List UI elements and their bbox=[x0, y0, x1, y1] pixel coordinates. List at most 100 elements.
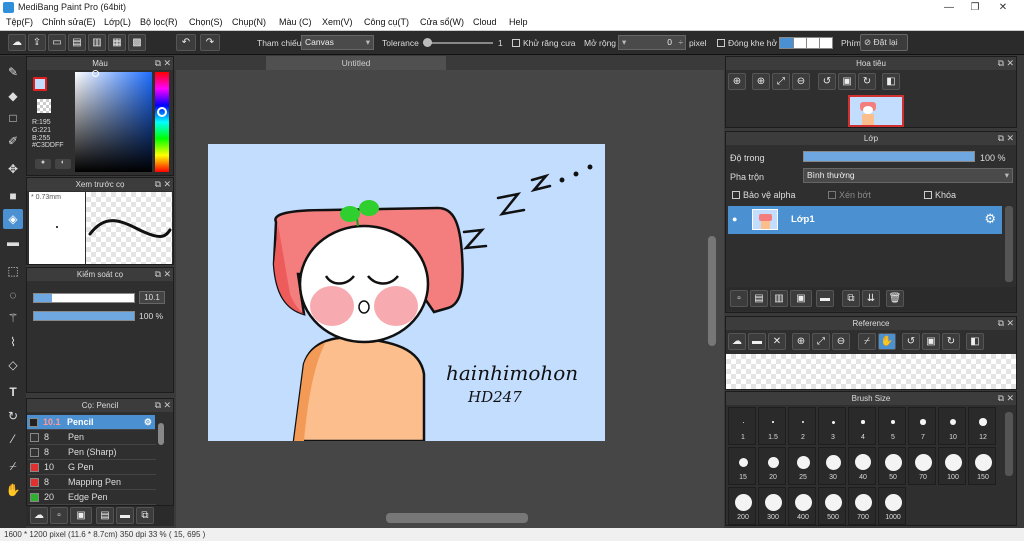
fit-icon[interactable]: ⤢ bbox=[812, 333, 830, 350]
antialias-checkbox[interactable]: Khử răng cưa bbox=[512, 38, 576, 48]
close-icon[interactable]: ✕ bbox=[1006, 57, 1014, 70]
reset-view-icon[interactable]: ▣ bbox=[922, 333, 940, 350]
brush-size-preset[interactable]: 30 bbox=[818, 447, 846, 485]
canvas-area[interactable]: Untitled hainhimohon HD247 bbox=[176, 56, 724, 528]
document-tab[interactable]: Untitled bbox=[266, 56, 446, 70]
gap-level-segment[interactable] bbox=[780, 38, 793, 48]
brush-size-preset[interactable]: 700 bbox=[848, 487, 876, 525]
fit-icon[interactable]: ⤢ bbox=[772, 73, 790, 90]
brush-size-preset[interactable]: 4 bbox=[848, 407, 876, 445]
grid-icon[interactable]: ▦ bbox=[108, 34, 126, 51]
brush-size-preset[interactable]: 400 bbox=[788, 487, 816, 525]
close-icon[interactable]: ✕ bbox=[163, 178, 171, 191]
open-folder-icon[interactable]: ▬ bbox=[748, 333, 766, 350]
close-icon[interactable]: ✕ bbox=[163, 57, 171, 70]
select-eraser-icon[interactable]: ◇ bbox=[3, 355, 23, 375]
reference-select[interactable]: Canvas ▾ bbox=[301, 35, 374, 50]
brush-size-preset[interactable]: 12 bbox=[968, 407, 996, 445]
cloud-upload-icon[interactable]: ☁ bbox=[728, 333, 746, 350]
clipping-checkbox[interactable]: Xén bớt bbox=[828, 190, 871, 200]
float-icon[interactable]: ⧉ bbox=[998, 132, 1004, 145]
menu-filter[interactable]: Bộ lọc(R) bbox=[140, 17, 178, 27]
flip-icon[interactable]: ◧ bbox=[882, 73, 900, 90]
dot-tool-icon[interactable]: ✐ bbox=[3, 131, 23, 151]
menu-window[interactable]: Cửa sổ(W) bbox=[420, 17, 464, 27]
background-color-swatch[interactable] bbox=[37, 99, 51, 113]
brush-size-preset[interactable]: 70 bbox=[908, 447, 936, 485]
brush-tool-icon[interactable]: ✎ bbox=[3, 62, 23, 82]
select-pen-icon[interactable]: ⌇ bbox=[3, 332, 23, 352]
layer-scrollbar[interactable] bbox=[1005, 206, 1013, 282]
visibility-eye-icon[interactable]: ● bbox=[732, 214, 737, 224]
reference-image-area[interactable] bbox=[726, 354, 1016, 389]
hand-tool-icon[interactable]: ✋ bbox=[878, 333, 896, 350]
brush-size-preset[interactable]: 50 bbox=[878, 447, 906, 485]
brush-size-preset[interactable]: 100 bbox=[938, 447, 966, 485]
new-brush-icon[interactable]: ▫ bbox=[50, 507, 68, 524]
layer-opacity-slider[interactable] bbox=[803, 151, 975, 162]
close-icon[interactable]: ✕ bbox=[163, 268, 171, 281]
menu-cloud[interactable]: Cloud bbox=[473, 17, 497, 27]
divide-tool-icon[interactable]: ⁄ bbox=[3, 429, 23, 449]
flip-icon[interactable]: ◧ bbox=[966, 333, 984, 350]
copy-brush-icon[interactable]: ▤ bbox=[96, 507, 114, 524]
hue-slider-thumb[interactable] bbox=[157, 107, 167, 117]
rotate-left-icon[interactable]: ↺ bbox=[902, 333, 920, 350]
brush-size-preset[interactable]: 200 bbox=[728, 487, 756, 525]
float-icon[interactable]: ⧉ bbox=[998, 317, 1004, 330]
share-icon[interactable]: ⇪ bbox=[28, 34, 46, 51]
gap-level-selector[interactable] bbox=[779, 37, 833, 49]
saturation-value-picker[interactable] bbox=[75, 70, 152, 172]
close-icon[interactable]: ✕ bbox=[988, 0, 1018, 15]
rotate-right-icon[interactable]: ↻ bbox=[942, 333, 960, 350]
reset-button[interactable]: ⊘ Đặt lại bbox=[860, 34, 908, 51]
gradient-tool-icon[interactable]: ▬ bbox=[3, 232, 23, 252]
close-icon[interactable]: ✕ bbox=[1006, 132, 1014, 145]
brush-size-preset[interactable]: 5 bbox=[878, 407, 906, 445]
close-icon[interactable]: ✕ bbox=[1006, 317, 1014, 330]
magic-wand-icon[interactable]: ⚚ bbox=[3, 308, 23, 328]
eyedropper-icon[interactable]: ⌿ bbox=[3, 456, 23, 476]
menu-select[interactable]: Chọn(S) bbox=[189, 17, 223, 27]
zoom-out-icon[interactable]: ⊖ bbox=[792, 73, 810, 90]
brush-size-preset[interactable]: 2 bbox=[788, 407, 816, 445]
zoom-out-icon[interactable]: ⊖ bbox=[832, 333, 850, 350]
lock-checkbox[interactable]: Khóa bbox=[924, 190, 956, 200]
move-tool-icon[interactable]: ✥ bbox=[3, 159, 23, 179]
add-layer-menu-icon[interactable]: ▣ bbox=[790, 290, 812, 307]
select-tool-icon[interactable]: ⬚ bbox=[3, 261, 23, 281]
blend-mode-select[interactable]: Bình thường ▾ bbox=[803, 168, 1013, 183]
rectangle-tool-icon[interactable]: □ bbox=[3, 108, 23, 128]
layer-row[interactable]: ● Lớp1 ⚙ bbox=[728, 206, 1002, 234]
expand-input[interactable]: ▾ 0 ÷ bbox=[618, 35, 686, 50]
float-icon[interactable]: ⧉ bbox=[998, 57, 1004, 70]
brush-item-pen[interactable]: 8 Pen bbox=[28, 430, 156, 445]
comment-icon[interactable]: ▭ bbox=[48, 34, 66, 51]
menu-capture[interactable]: Chụp(N) bbox=[232, 17, 266, 27]
menu-color[interactable]: Màu (C) bbox=[279, 17, 312, 27]
brush-size-value[interactable]: 10.1 bbox=[139, 291, 165, 304]
close-gap-checkbox[interactable]: Đóng khe hở bbox=[717, 38, 777, 48]
color-picker-cursor[interactable] bbox=[92, 70, 99, 77]
protect-alpha-checkbox[interactable]: Bảo vệ alpha bbox=[732, 190, 796, 200]
float-icon[interactable]: ⧉ bbox=[155, 57, 161, 70]
menu-tools[interactable]: Công cụ(T) bbox=[364, 17, 409, 27]
brush-item-edge-pen[interactable]: 20 Edge Pen bbox=[28, 490, 156, 505]
horizontal-scrollbar[interactable] bbox=[386, 513, 528, 523]
hue-slider[interactable] bbox=[155, 72, 169, 172]
brush-item-pen-sharp[interactable]: 8 Pen (Sharp) bbox=[28, 445, 156, 460]
brush-size-preset[interactable]: 1000 bbox=[878, 487, 906, 525]
brush-size-preset[interactable]: 1 bbox=[728, 407, 756, 445]
brush-size-preset[interactable]: 3 bbox=[818, 407, 846, 445]
rotate-left-icon[interactable]: ↺ bbox=[818, 73, 836, 90]
brush-size-preset[interactable]: 15 bbox=[728, 447, 756, 485]
tiles-icon[interactable]: ▩ bbox=[128, 34, 146, 51]
menu-file[interactable]: Tệp(F) bbox=[6, 17, 33, 27]
layer-folder-icon[interactable]: ▬ bbox=[816, 290, 834, 307]
menu-view[interactable]: Xem(V) bbox=[322, 17, 353, 27]
float-icon[interactable]: ⧉ bbox=[998, 392, 1004, 405]
navigator-thumbnail[interactable] bbox=[848, 95, 904, 127]
menu-layer[interactable]: Lớp(L) bbox=[104, 17, 131, 27]
zoom-in-icon[interactable]: ⊕ bbox=[728, 73, 746, 90]
document-icon[interactable]: ▤ bbox=[68, 34, 86, 51]
